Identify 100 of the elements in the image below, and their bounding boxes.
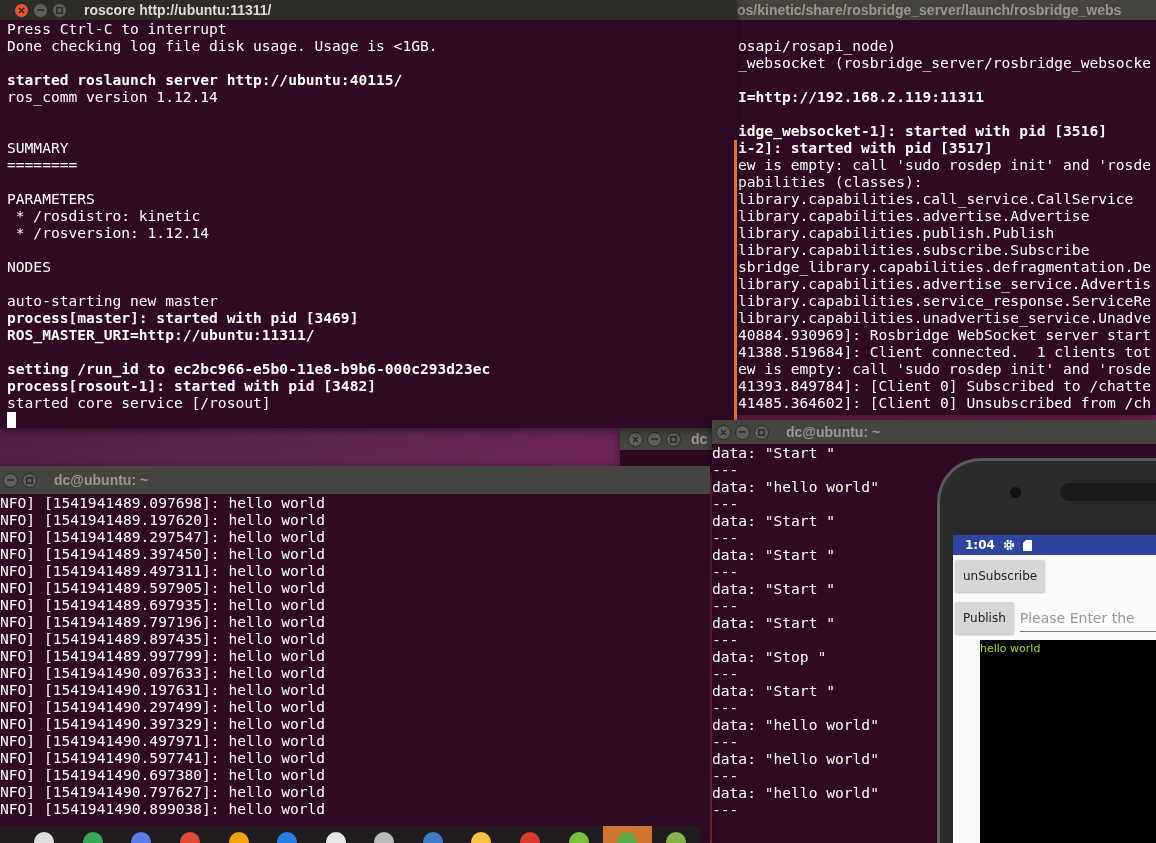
maximize-icon <box>56 6 63 14</box>
close-button[interactable] <box>716 424 731 440</box>
minimize-icon <box>37 9 44 11</box>
terminal-line: data: "hello world" <box>712 478 879 495</box>
window-title: roscore http://ubuntu:11311/ <box>84 2 272 18</box>
terminal-line: NFO] [1541941490.397329]: hello world <box>0 715 326 732</box>
terminal-line: NFO] [1541941489.397450]: hello world <box>0 545 326 562</box>
terminal-line: NFO] [1541941490.899038]: hello world <box>0 800 326 817</box>
terminal-line: data: "Start " <box>712 614 835 631</box>
maximize-button[interactable] <box>666 431 681 447</box>
terminal-line: auto-starting new master <box>7 292 218 309</box>
terminal-line: --- <box>712 563 739 580</box>
terminal-line: --- <box>712 495 739 512</box>
terminal-line: * /rosdistro: kinetic <box>14 207 201 224</box>
terminal-line: library.capabilities.call_service.CallService <box>738 190 1134 207</box>
terminal-line: NFO] [1541941489.297547]: hello world <box>0 528 326 545</box>
terminal-line: data: "Start " <box>712 546 835 563</box>
terminal-line: NFO] [1541941490.697380]: hello world <box>0 766 326 783</box>
maximize-icon <box>670 435 677 443</box>
terminal-line: NFO] [1541941490.297499]: hello world <box>0 698 326 715</box>
terminal-line: NODES <box>7 258 51 275</box>
camera-icon <box>1010 487 1021 498</box>
terminal-line: NFO] [1541941490.797627]: hello world <box>0 783 326 800</box>
terminal-line: sbridge_library.capabilities.defragmentation.De <box>738 258 1151 275</box>
terminal-line: --- <box>712 733 739 750</box>
sd-card-icon <box>1022 539 1032 551</box>
terminal-line: _websocket (rosbridge_server/rosbridge_websocke <box>738 54 1151 71</box>
terminal-line: NFO] [1541941490.197631]: hello world <box>0 681 326 698</box>
terminal-line: ew is empty: call 'sudo rosdep init' and 'rosde <box>738 156 1151 173</box>
terminal-line: library.capabilities.publish.Publish <box>738 224 1055 241</box>
minimize-button[interactable] <box>735 424 750 440</box>
terminal-line: data: "Start " <box>712 512 835 529</box>
minimize-button[interactable] <box>33 2 48 18</box>
close-icon <box>632 435 639 443</box>
terminal-line: started core service [/rosout] <box>7 394 271 411</box>
terminal-line: PARAMETERS <box>7 190 95 207</box>
terminal-line: NFO] [1541941489.697935]: hello world <box>0 596 326 613</box>
close-button[interactable] <box>628 431 643 447</box>
terminal-line: setting /run_id to ec2bc966-e5b0-11e8-b9b6-000c293d23ec <box>7 360 491 377</box>
terminal-line: data: "hello world" <box>712 784 879 801</box>
terminal-line: started roslaunch server http://ubuntu:40115/ <box>7 71 403 88</box>
close-icon <box>720 428 727 436</box>
terminal-line: --- <box>712 665 739 682</box>
terminal-line: library.capabilities.service_response.ServiceRe <box>738 292 1151 309</box>
terminal-line: process[rosout-1]: started with pid [3482] <box>7 377 377 394</box>
terminal-line: SUMMARY <box>7 139 69 156</box>
terminal-line: --- <box>712 767 739 784</box>
terminal-line: ros_comm version 1.12.14 <box>7 88 218 105</box>
terminal-line: NFO] [1541941489.097698]: hello world <box>0 494 326 511</box>
terminal-line: data: "Stop " <box>712 648 827 665</box>
window-title: dc <box>691 431 708 447</box>
terminal-line: NFO] [1541941489.497311]: hello world <box>0 562 326 579</box>
terminal-line: data: "Start " <box>712 682 835 699</box>
terminal-line: data: "hello world" <box>712 716 879 733</box>
terminal-line: 41393.849784]: [Client 0] Subscribed to /chatte <box>738 377 1151 394</box>
terminal-line: library.capabilities.unadvertise_service.Unadve <box>738 309 1151 326</box>
terminal-line: --- <box>712 631 739 648</box>
terminal-line: 41388.519684]: Client connected. 1 clients tot <box>738 343 1151 360</box>
maximize-button[interactable] <box>754 424 769 440</box>
publish-button[interactable]: Publish <box>955 602 1014 634</box>
window-title: os/kinetic/share/rosbridge_server/launch/rosbridge_webs <box>737 2 1122 18</box>
terminal-line: Press Ctrl-C to interrupt <box>7 20 227 37</box>
minimize-icon <box>7 479 14 481</box>
maximize-icon <box>26 476 33 484</box>
close-icon <box>18 6 25 14</box>
message-input[interactable]: Please Enter the <box>1019 604 1156 632</box>
close-button[interactable] <box>14 2 29 18</box>
terminal-line: --- <box>712 597 739 614</box>
status-time: 1:04 <box>965 538 995 552</box>
minimize-button[interactable] <box>647 431 662 447</box>
terminal-line: 41485.364602]: [Client 0] Unsubscribed from /ch <box>738 394 1151 411</box>
minimize-icon <box>739 431 746 433</box>
terminal-line: osapi/rosapi_node) <box>738 37 897 54</box>
terminal-line: --- <box>712 461 739 478</box>
terminal-line: NFO] [1541941489.897435]: hello world <box>0 630 326 647</box>
maximize-button[interactable] <box>52 2 67 18</box>
terminal-line: pabilities (classes): <box>738 173 923 190</box>
maximize-button[interactable] <box>22 472 37 488</box>
terminal-line: NFO] [1541941489.997799]: hello world <box>0 647 326 664</box>
terminal-line: i-2]: started with pid [3517] <box>738 139 993 156</box>
terminal-line: --- <box>712 801 739 818</box>
minimize-icon <box>651 438 658 440</box>
minimize-button[interactable] <box>3 472 18 488</box>
unsubscribe-button[interactable]: unSubscribe <box>955 560 1046 592</box>
terminal-line: --- <box>712 699 739 716</box>
window-title: dc@ubuntu: ~ <box>786 424 881 440</box>
terminal-line: * /rosversion: 1.12.14 <box>14 224 210 241</box>
terminal-line: NFO] [1541941490.097633]: hello world <box>0 664 326 681</box>
terminal-line: --- <box>712 529 739 546</box>
terminal-line: idge_websocket-1]: started with pid [3516] <box>738 122 1108 139</box>
maximize-icon <box>758 428 765 436</box>
terminal-line: data: "Start " <box>712 580 835 597</box>
terminal-line: NFO] [1541941490.497971]: hello world <box>0 732 326 749</box>
terminal-line: Done checking log file disk usage. Usage is <1GB. <box>7 37 438 54</box>
terminal-line: NFO] [1541941489.197620]: hello world <box>0 511 326 528</box>
terminal-line: library.capabilities.advertise_service.Advertis <box>738 275 1151 292</box>
terminal-line: ROS_MASTER_URI=http://ubuntu:11311/ <box>7 326 315 343</box>
terminal-line: ======== <box>7 156 78 173</box>
terminal-line: data: "Start " <box>712 444 835 461</box>
terminal-line: data: "hello world" <box>712 750 879 767</box>
